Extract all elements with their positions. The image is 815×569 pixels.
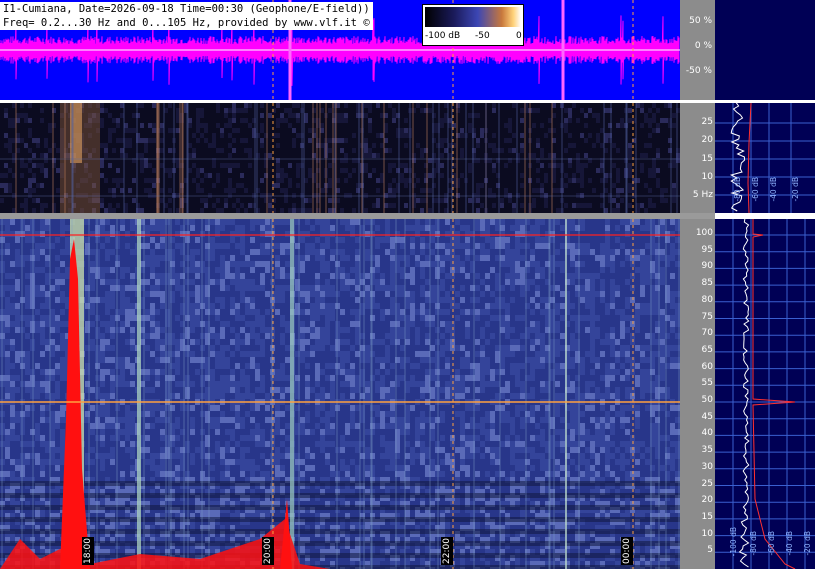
- waveform-tick: -50 %: [685, 66, 712, 76]
- time-label: 18:00: [82, 537, 94, 565]
- colorbar-label-max: 0: [516, 31, 522, 41]
- vlf-tick: 35: [701, 445, 713, 456]
- geo-tick: 5 Hz: [692, 190, 713, 200]
- geo-profile-label: -20 dB: [791, 177, 800, 202]
- vlf-tick: 85: [701, 278, 713, 289]
- geo-profile-label: -60 dB: [751, 177, 760, 202]
- vlf-tick: 55: [701, 378, 713, 389]
- header-info: I1-Cumiana, Date=2026-09-18 Time=00:30 (…: [0, 2, 373, 30]
- waveform-tick: 50 %: [689, 16, 712, 26]
- vlf-tick: 60: [701, 361, 713, 372]
- profile-top-blank: [715, 0, 815, 100]
- vlf-tick: 95: [701, 244, 713, 255]
- vlf-profile-label: -20 dB: [803, 531, 812, 556]
- vlf-tick: 20: [701, 495, 713, 506]
- vlf-profile-panel: -100 dB -80 dB -60 dB -40 dB -20 dB: [715, 219, 815, 569]
- vlf-tick: 40: [701, 428, 713, 439]
- vlf-frequency-axis: 100 95 90 85 80 75 70 65 60 55 50 45 40 35 30 25 20 15 10 5: [680, 219, 715, 569]
- vlf-profile-label: -80 dB: [749, 531, 758, 556]
- vlf-profile-plot: [715, 219, 815, 569]
- vlf-tick: 10: [701, 528, 713, 539]
- colorbar-label-min: -100 dB: [425, 31, 461, 41]
- geophone-spectrogram-image: [0, 103, 680, 213]
- vlf-profile-label: -40 dB: [785, 531, 794, 556]
- waveform-tick: 0 %: [694, 41, 712, 51]
- vlf-tick: 80: [701, 294, 713, 305]
- time-label: 22:00: [441, 537, 453, 565]
- geophone-profile-plot: [715, 103, 815, 213]
- geophone-frequency-axis: 25 20 15 10 5 Hz: [680, 103, 715, 213]
- geo-tick: 10: [701, 172, 713, 182]
- vlf-profile-label: -60 dB: [767, 531, 776, 556]
- geo-tick: 15: [701, 154, 713, 164]
- vlf-spectrogram: 18:00 20:00 22:00 00:00: [0, 219, 680, 569]
- time-label: 00:00: [621, 537, 633, 565]
- time-label: 20:00: [262, 537, 274, 565]
- geo-profile-label: -80 dB: [733, 177, 742, 202]
- geo-tick: 20: [701, 135, 713, 145]
- header-line-1: I1-Cumiana, Date=2026-09-18 Time=00:30 (…: [3, 3, 370, 15]
- colorbar-gradient: [425, 7, 521, 27]
- vlf-tick: 100: [695, 228, 713, 238]
- geo-tick: 25: [701, 117, 713, 127]
- vlf-tick: 15: [701, 511, 713, 522]
- geophone-profile-panel: -80 dB -60 dB -40 dB -20 dB: [715, 103, 815, 213]
- vlf-tick: 90: [701, 261, 713, 272]
- colorbar-label-mid: -50: [475, 31, 490, 41]
- geo-profile-label: -40 dB: [769, 177, 778, 202]
- vlf-tick: 5: [707, 545, 713, 556]
- vlf-tick: 25: [701, 478, 713, 489]
- vlf-tick: 75: [701, 311, 713, 322]
- vlf-tick: 50: [701, 395, 713, 405]
- vlf-tick: 45: [701, 411, 713, 422]
- waveform-axis: 50 % 0 % -50 %: [680, 0, 715, 100]
- geophone-spectrogram: [0, 103, 680, 213]
- vlf-profile-label: -100 dB: [729, 527, 738, 557]
- vlf-spectrogram-image: [0, 219, 680, 569]
- vlf-tick: 70: [701, 328, 713, 339]
- vlf-tick: 65: [701, 344, 713, 355]
- header-line-2: Freq= 0.2...30 Hz and 0...105 Hz, provid…: [3, 17, 370, 29]
- vlf-tick: 30: [701, 461, 713, 472]
- colorbar: -100 dB -50 0: [422, 4, 524, 46]
